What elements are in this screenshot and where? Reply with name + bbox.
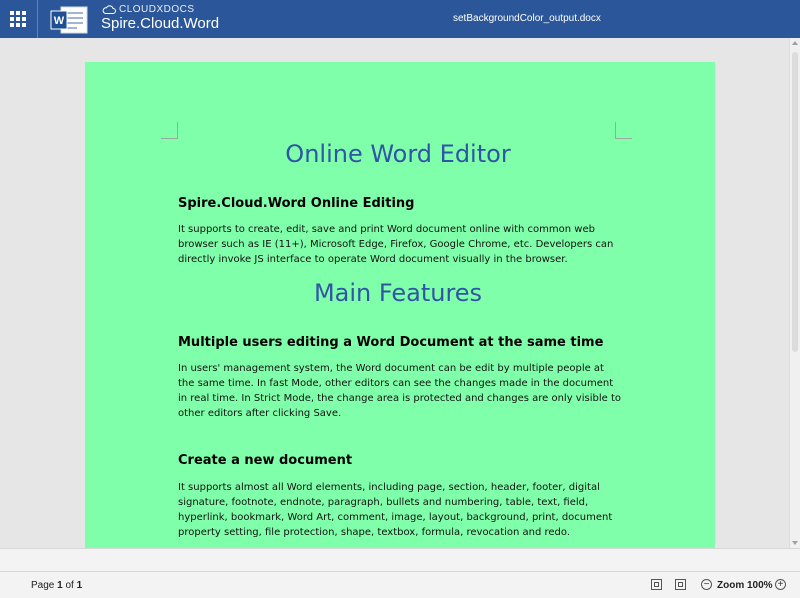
- feature-heading[interactable]: Create a new document: [178, 453, 352, 468]
- fit-width-icon[interactable]: [675, 579, 686, 590]
- app-header: W CLOUDXDOCS Spire.Cloud.Word setBackgro…: [0, 0, 800, 38]
- page-total: 1: [76, 580, 83, 591]
- brand-top-text: CLOUDXDOCS: [119, 4, 195, 15]
- zoom-in-button[interactable]: +: [775, 579, 786, 590]
- cloud-icon: [102, 5, 116, 14]
- fit-page-icon[interactable]: [651, 579, 662, 590]
- scroll-up-icon[interactable]: [792, 41, 798, 45]
- header-divider: [37, 0, 38, 38]
- brand-subtitle: CLOUDXDOCS: [102, 4, 195, 15]
- document-viewport[interactable]: Online Word Editor Spire.Cloud.Word Onli…: [0, 38, 800, 548]
- document-file-name: setBackgroundColor_output.docx: [453, 13, 601, 24]
- zoom-level: Zoom 100%: [717, 580, 773, 591]
- features-title[interactable]: Main Features: [178, 279, 618, 307]
- page-current: 1: [57, 580, 63, 591]
- status-bar: Page 1 of 1 − Zoom 100% +: [0, 548, 800, 598]
- svg-text:W: W: [54, 15, 65, 27]
- feature-paragraph[interactable]: In users' management system, the Word do…: [178, 361, 623, 421]
- document-page[interactable]: Online Word Editor Spire.Cloud.Word Onli…: [85, 62, 715, 548]
- section-heading[interactable]: Spire.Cloud.Word Online Editing: [178, 196, 414, 211]
- vertical-scrollbar[interactable]: [789, 38, 800, 548]
- scroll-thumb[interactable]: [792, 52, 798, 352]
- scroll-down-icon[interactable]: [792, 541, 798, 545]
- document-title[interactable]: Online Word Editor: [178, 140, 618, 168]
- section-paragraph[interactable]: It supports to create, edit, save and pr…: [178, 222, 623, 267]
- margin-marker-top-right: [615, 122, 632, 139]
- page-indicator: Page 1 of 1: [31, 580, 82, 591]
- brand-title: Spire.Cloud.Word: [101, 15, 220, 32]
- status-strip: Page 1 of 1 − Zoom 100% +: [0, 571, 800, 598]
- feature-paragraph[interactable]: It supports almost all Word elements, in…: [178, 480, 623, 540]
- page-of-label: of: [65, 580, 74, 591]
- margin-marker-top-left: [161, 122, 178, 139]
- feature-heading[interactable]: Multiple users editing a Word Document a…: [178, 335, 603, 350]
- apps-grid-icon[interactable]: [8, 9, 28, 29]
- page-label: Page: [31, 580, 55, 591]
- zoom-out-button[interactable]: −: [701, 579, 712, 590]
- word-document-icon: W: [50, 6, 88, 34]
